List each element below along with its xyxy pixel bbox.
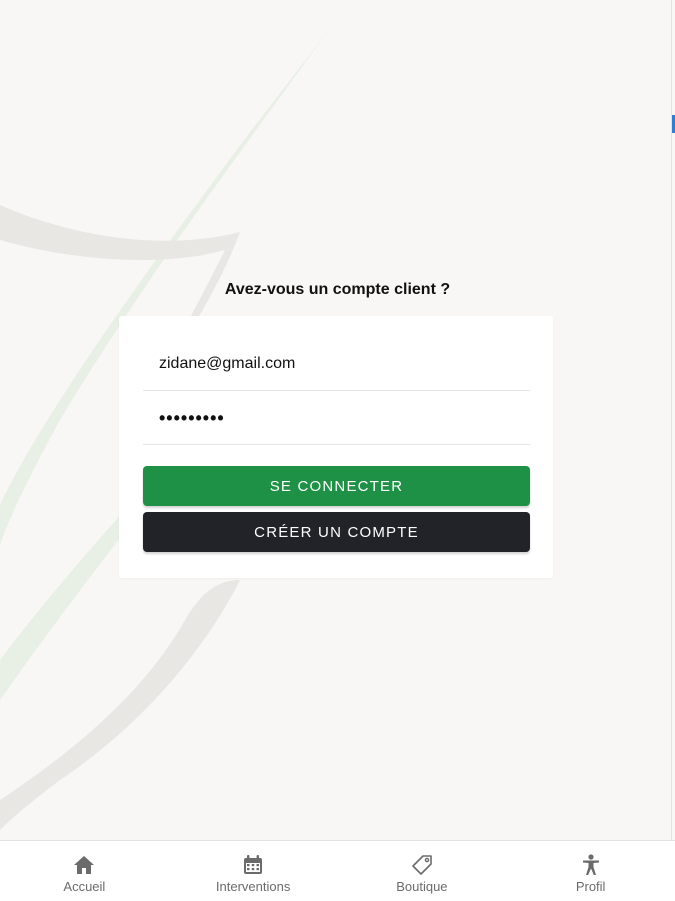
email-field[interactable]	[143, 355, 530, 373]
tab-profil[interactable]: Profil	[506, 841, 675, 901]
right-divider	[671, 0, 672, 840]
login-card: SE CONNECTER CRÉER UN COMPTE	[119, 316, 553, 578]
tab-label-interventions: Interventions	[215, 879, 291, 894]
tab-label-accueil: Accueil	[63, 879, 106, 894]
password-field-container	[143, 392, 530, 445]
tab-bar: Accueil Interventions Boutique Profil	[0, 840, 675, 901]
connect-button[interactable]: SE CONNECTER	[143, 466, 530, 506]
tab-label-boutique: Boutique	[396, 879, 448, 894]
tab-boutique[interactable]: Boutique	[338, 841, 507, 901]
home-icon	[74, 856, 95, 874]
password-field[interactable]	[143, 407, 530, 429]
create-account-button[interactable]: CRÉER UN COMPTE	[143, 512, 530, 552]
tab-accueil[interactable]: Accueil	[0, 841, 169, 901]
person-icon	[582, 854, 599, 875]
tab-interventions[interactable]: Interventions	[169, 841, 338, 901]
tag-icon	[412, 855, 432, 875]
login-title: Avez-vous un compte client ?	[224, 281, 451, 298]
tab-label-profil: Profil	[575, 879, 606, 894]
calendar-icon	[244, 855, 263, 874]
email-field-container	[143, 338, 530, 391]
